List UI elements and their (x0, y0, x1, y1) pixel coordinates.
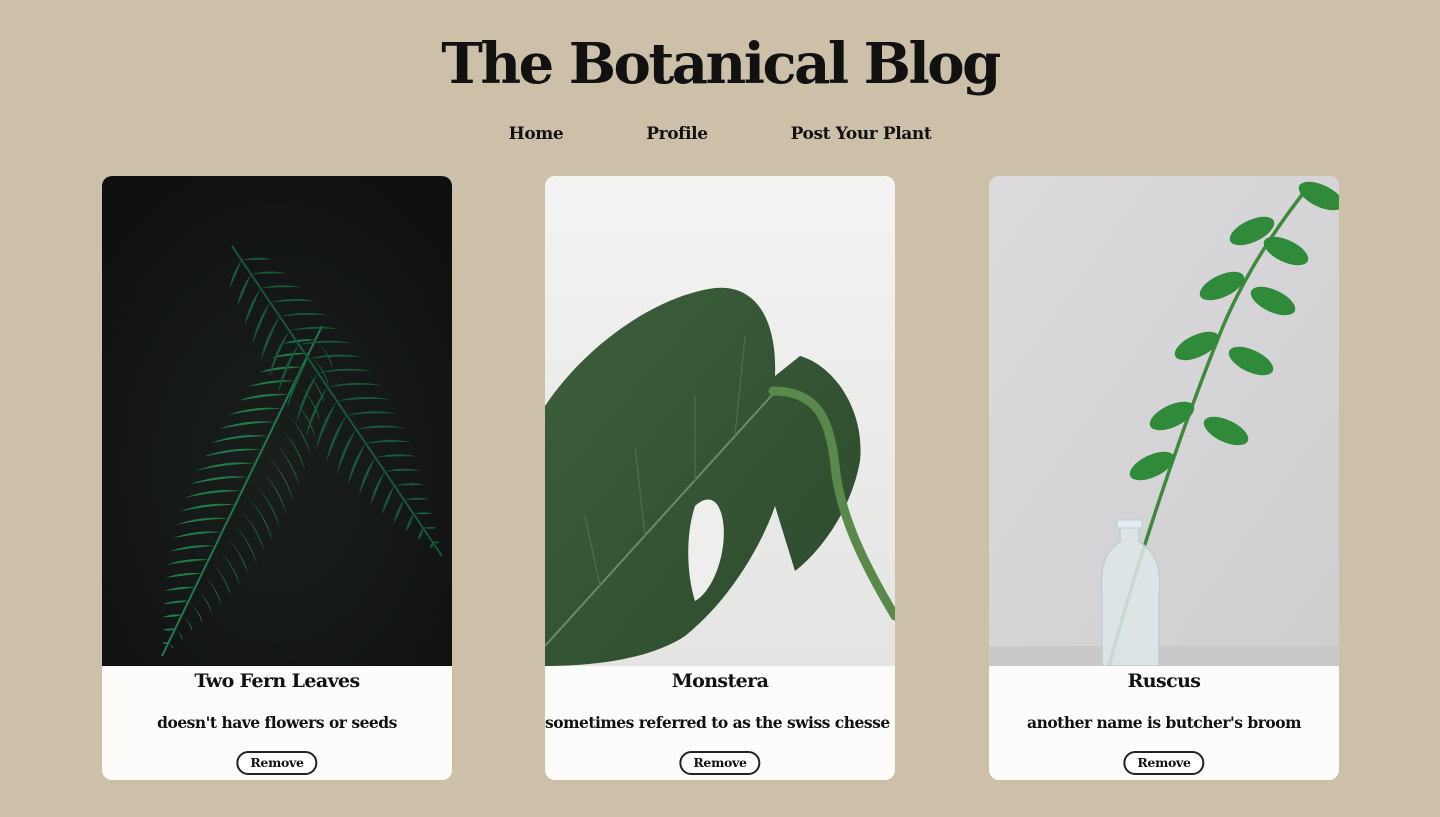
nav-post-your-plant-link[interactable]: Post Your Plant (791, 124, 932, 144)
nav-profile-link[interactable]: Profile (646, 124, 708, 144)
post-card: Two Fern Leaves doesn't have flowers or … (102, 176, 452, 780)
nav-home-link[interactable]: Home (509, 124, 564, 144)
post-title: Ruscus (1127, 670, 1201, 692)
post-title: Monstera (671, 670, 769, 692)
monstera-photo (545, 176, 895, 666)
post-title: Two Fern Leaves (194, 670, 360, 692)
site-title: The Botanical Blog (441, 31, 1001, 97)
post-description: sometimes referred to as the swiss chess… (545, 713, 895, 732)
post-description: another name is butcher's broom (1027, 713, 1301, 732)
remove-button[interactable]: Remove (236, 751, 318, 775)
post-description: doesn't have flowers or seeds (157, 713, 397, 732)
post-card: Monstera sometimes referred to as the sw… (545, 176, 895, 780)
post-card: Ruscus another name is butcher's broom R… (989, 176, 1339, 780)
main-nav: Home Profile Post Your Plant (0, 124, 1440, 144)
remove-button[interactable]: Remove (679, 751, 761, 775)
page: The Botanical Blog Home Profile Post You… (0, 0, 1440, 817)
remove-button[interactable]: Remove (1123, 751, 1205, 775)
fern-photo (102, 176, 452, 666)
ruscus-photo (989, 176, 1339, 666)
